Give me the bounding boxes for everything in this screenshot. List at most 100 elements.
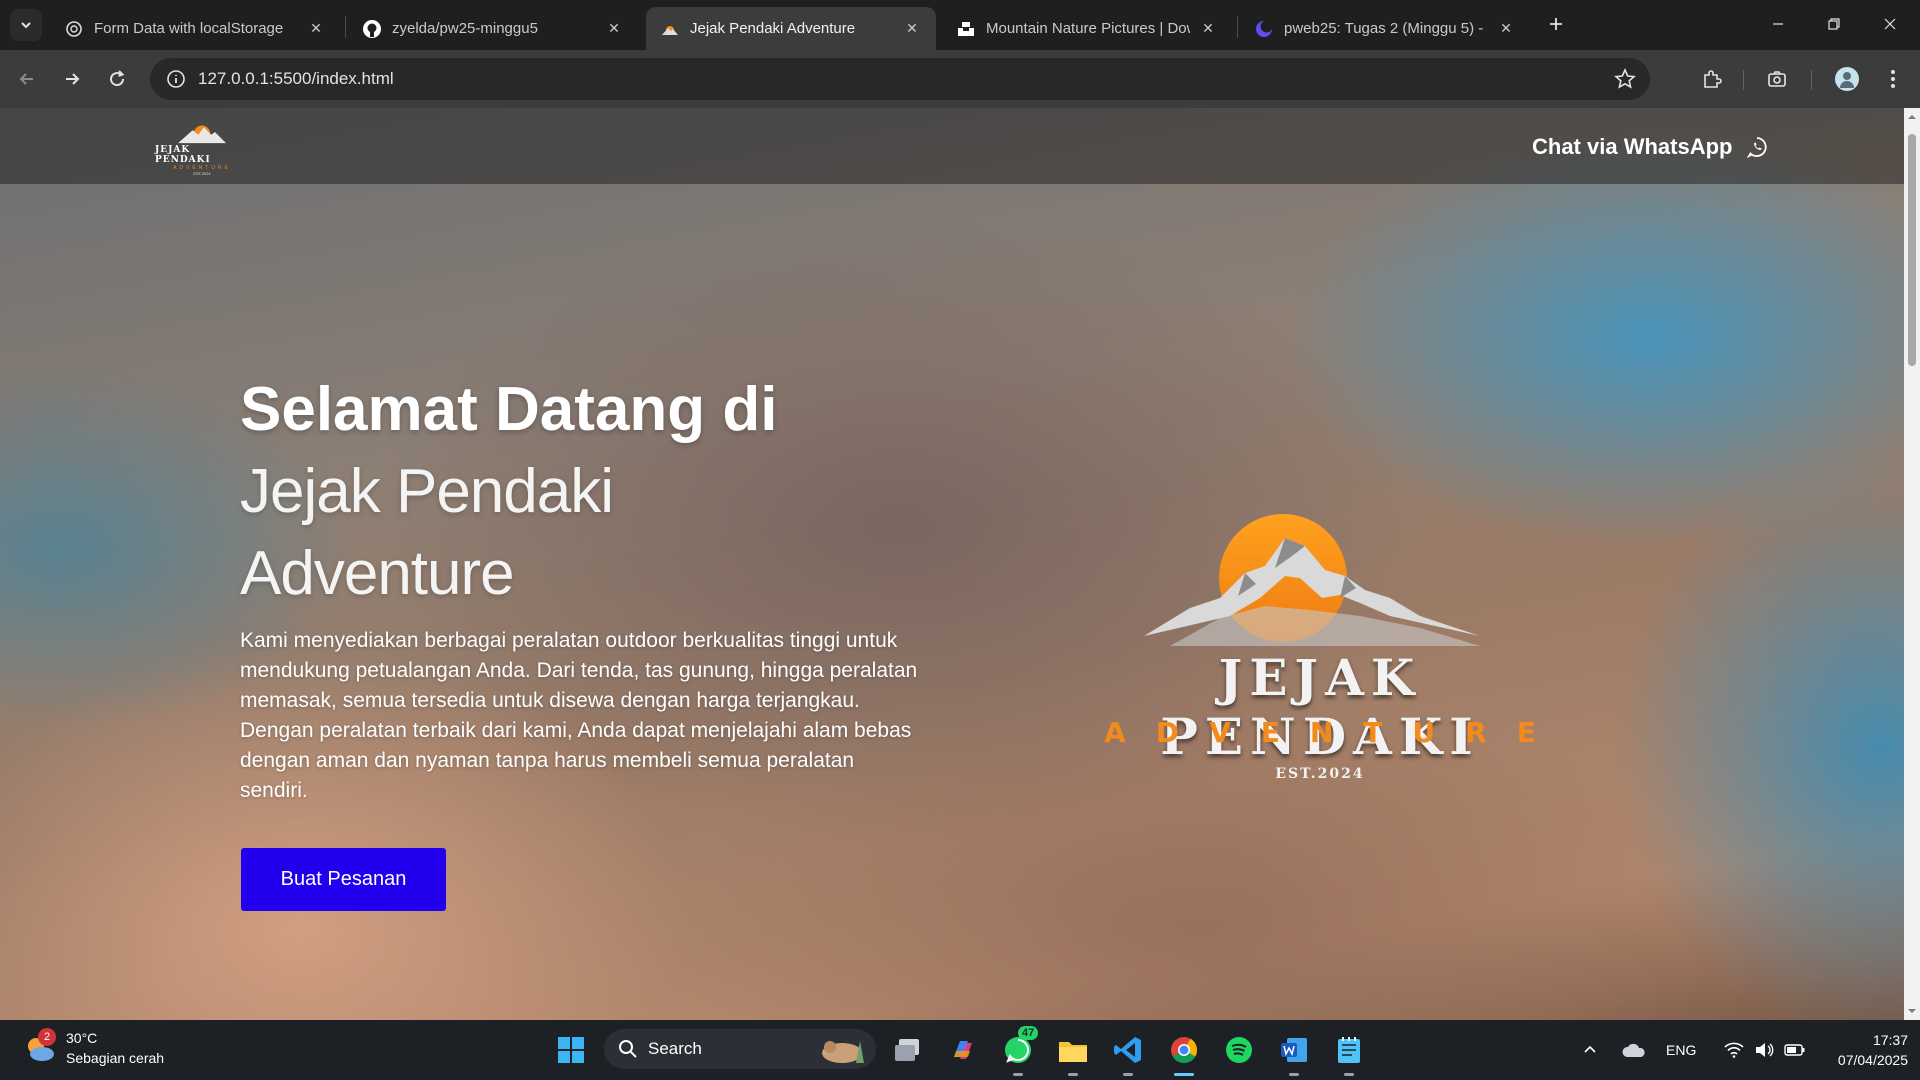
tab-moodle[interactable]: pweb25: Tugas 2 (Minggu 5) - I ✕ — [1240, 7, 1530, 50]
taskbar-chrome[interactable] — [1166, 1032, 1202, 1076]
close-tab-icon[interactable]: ✕ — [306, 19, 326, 39]
whatsapp-chat-link[interactable]: Chat via WhatsApp — [1532, 132, 1768, 162]
arrow-right-icon — [66, 73, 80, 85]
close-tab-icon[interactable]: ✕ — [1496, 19, 1516, 39]
taskbar-task-view[interactable] — [890, 1032, 926, 1068]
tab-title: pweb25: Tugas 2 (Minggu 5) - I — [1284, 20, 1488, 37]
site-logo[interactable]: JEJAK PENDAKI ADVENTURE EST.2024 — [155, 120, 249, 176]
buat-pesanan-button[interactable]: Buat Pesanan — [241, 848, 446, 911]
taskbar-clock[interactable]: 17:37 07/04/2025 — [1808, 1030, 1908, 1070]
tab-separator — [345, 16, 346, 38]
taskbar-spotify[interactable] — [1221, 1032, 1257, 1068]
mountain-logo-icon — [178, 125, 226, 144]
weather-widget[interactable]: 2 30°C Sebagian cerah — [22, 1028, 164, 1068]
mountain-favicon — [660, 19, 680, 39]
language-indicator[interactable]: ENG — [1666, 1042, 1696, 1058]
taskbar-whatsapp[interactable]: 47 — [1000, 1026, 1039, 1076]
plus-icon — [1550, 18, 1562, 30]
volume-icon[interactable] — [1754, 1041, 1774, 1059]
tab-title: zyelda/pw25-minggu5 — [392, 20, 538, 37]
whatsapp-icon — [1747, 137, 1768, 158]
tab-search-button[interactable] — [10, 9, 42, 41]
word-icon — [1281, 1038, 1307, 1062]
taskbar-notepad[interactable] — [1331, 1032, 1367, 1076]
close-tab-icon[interactable]: ✕ — [902, 19, 922, 39]
camera-icon — [1768, 71, 1786, 87]
hero-description: Kami menyediakan berbagai peralatan outd… — [240, 629, 918, 802]
search-icon — [619, 1040, 637, 1058]
close-window-button[interactable] — [1862, 0, 1918, 48]
puzzle-icon — [1704, 70, 1722, 88]
taskbar-vscode[interactable] — [1110, 1032, 1146, 1076]
screenshot-button[interactable] — [1762, 64, 1792, 94]
tab-jejak-pendaki[interactable]: Jejak Pendaki Adventure ✕ — [646, 7, 936, 50]
taskbar-search[interactable]: Search — [604, 1029, 876, 1069]
menu-button[interactable] — [1878, 64, 1908, 94]
weather-icon: 2 — [22, 1028, 58, 1066]
profile-button[interactable] — [1832, 64, 1862, 94]
new-tab-button[interactable] — [1542, 10, 1570, 38]
brand-tagline: ADVENTURE — [1104, 716, 1566, 749]
minimize-icon — [1773, 23, 1783, 25]
reload-button[interactable] — [102, 64, 132, 94]
start-button[interactable] — [553, 1032, 589, 1068]
kebab-menu-icon — [1891, 70, 1895, 88]
hero-subtitle: Jejak Pendaki Adventure — [240, 451, 800, 615]
page-scrollbar[interactable] — [1904, 108, 1920, 1020]
chevron-up-icon[interactable] — [1582, 1042, 1598, 1058]
arrow-left-icon — [19, 73, 33, 85]
extensions-button[interactable] — [1697, 64, 1727, 94]
wifi-icon[interactable] — [1724, 1042, 1744, 1058]
running-indicator — [1344, 1073, 1354, 1076]
close-tab-icon[interactable]: ✕ — [1198, 19, 1218, 39]
tab-separator — [1237, 16, 1238, 38]
avatar-icon — [1835, 67, 1859, 91]
tab-github[interactable]: zyelda/pw25-minggu5 ✕ — [348, 7, 638, 50]
onedrive-icon[interactable] — [1622, 1041, 1646, 1059]
scroll-down-arrow-icon[interactable] — [1907, 1006, 1917, 1016]
clock-time: 17:37 — [1872, 1032, 1908, 1048]
tab-title: Mountain Nature Pictures | Dow — [986, 20, 1190, 37]
restore-icon — [1828, 18, 1840, 30]
taskbar-file-explorer[interactable] — [1055, 1032, 1091, 1076]
battery-icon[interactable] — [1784, 1043, 1806, 1057]
scroll-up-arrow-icon[interactable] — [1907, 112, 1917, 122]
site-header: JEJAK PENDAKI ADVENTURE EST.2024 Chat vi… — [0, 108, 1904, 184]
chrome-icon — [1171, 1037, 1198, 1064]
taskbar-copilot[interactable] — [945, 1032, 981, 1068]
logo-est: EST.2024 — [193, 171, 211, 176]
browser-toolbar: 127.0.0.1:5500/index.html — [0, 50, 1920, 108]
minimize-button[interactable] — [1750, 0, 1806, 48]
tab-unsplash[interactable]: Mountain Nature Pictures | Dow ✕ — [942, 7, 1232, 50]
address-bar[interactable]: 127.0.0.1:5500/index.html — [150, 58, 1650, 100]
hero-title: Selamat Datang di — [240, 375, 778, 444]
toolbar-separator — [1811, 70, 1812, 90]
running-indicator — [1174, 1073, 1194, 1076]
toolbar-separator — [1743, 70, 1744, 90]
bookmark-star-icon[interactable] — [1614, 68, 1636, 95]
search-placeholder: Search — [648, 1039, 702, 1058]
forward-button[interactable] — [57, 64, 87, 94]
weather-temp: 30°C — [66, 1030, 98, 1046]
clock-date: 07/04/2025 — [1837, 1052, 1908, 1068]
close-tab-icon[interactable]: ✕ — [604, 19, 624, 39]
running-indicator — [1068, 1073, 1078, 1076]
vscode-icon — [1114, 1037, 1141, 1063]
system-tray: ENG — [1582, 1020, 1806, 1080]
taskbar: 2 30°C Sebagian cerah Search 47 ENG 17:3… — [0, 1020, 1920, 1080]
restore-button[interactable] — [1806, 0, 1862, 48]
copilot-icon — [954, 1041, 972, 1059]
unsplash-icon — [956, 19, 976, 39]
whatsapp-link-label: Chat via WhatsApp — [1532, 134, 1733, 159]
hero-subtitle-line: Adventure — [240, 539, 515, 608]
back-button[interactable] — [12, 64, 42, 94]
scrollbar-thumb[interactable] — [1908, 134, 1916, 366]
site-info-icon[interactable] — [154, 69, 198, 89]
globe-icon — [64, 19, 84, 39]
notepad-icon — [1338, 1037, 1360, 1063]
folder-icon — [1059, 1042, 1087, 1062]
tab-form-data[interactable]: Form Data with localStorage ✕ — [50, 7, 340, 50]
tab-title: Form Data with localStorage — [94, 20, 284, 37]
mountain-sun-logo-icon — [1144, 514, 1480, 646]
taskbar-word[interactable] — [1276, 1032, 1312, 1076]
